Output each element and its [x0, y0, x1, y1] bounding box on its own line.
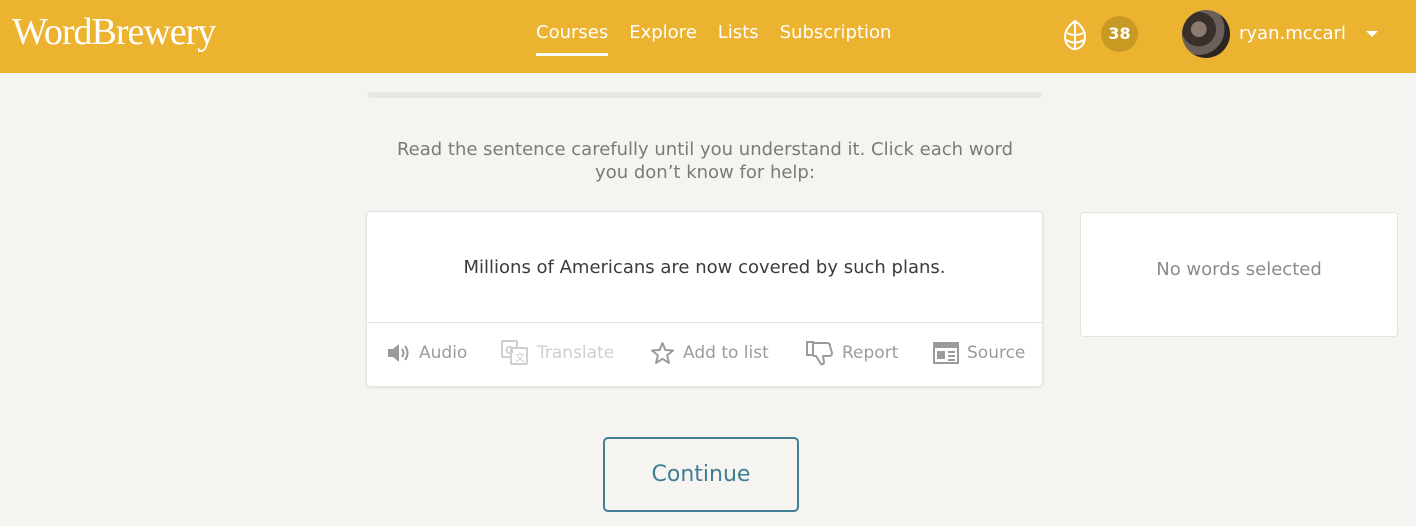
speaker-icon	[388, 344, 409, 362]
hops-count-badge[interactable]: 38	[1101, 16, 1138, 52]
translate-label: Translate	[537, 343, 615, 363]
svg-text:G: G	[505, 344, 514, 357]
add-to-list-label: Add to list	[683, 343, 769, 363]
lesson-progress-bar	[367, 92, 1042, 98]
chevron-down-icon[interactable]	[1366, 31, 1378, 37]
sentence-text[interactable]: Millions of Americans are now covered by…	[367, 256, 1042, 280]
avatar[interactable]	[1182, 10, 1230, 58]
translate-button[interactable]: G 文 Translate	[501, 339, 614, 367]
continue-button[interactable]: Continue	[603, 437, 799, 512]
sentence-actions: Audio G 文 Translate Add to list Report S…	[367, 339, 1042, 369]
audio-button[interactable]: Audio	[386, 339, 467, 367]
word-help-panel: No words selected	[1080, 212, 1398, 337]
card-divider	[367, 322, 1042, 323]
main-nav: Courses Explore Lists Subscription	[536, 21, 892, 56]
hop-icon[interactable]	[1060, 18, 1090, 52]
nav-subscription[interactable]: Subscription	[780, 21, 892, 54]
star-icon	[651, 342, 674, 364]
nav-courses[interactable]: Courses	[536, 21, 609, 56]
instruction-text: Read the sentence carefully until you un…	[396, 139, 1014, 183]
nav-explore[interactable]: Explore	[629, 21, 697, 54]
report-button[interactable]: Report	[806, 339, 898, 367]
no-words-selected-text: No words selected	[1156, 259, 1322, 280]
audio-label: Audio	[419, 343, 468, 363]
wordbrewery-logo[interactable]: WordBrewery	[12, 8, 216, 56]
thumbs-down-icon	[806, 341, 833, 366]
svg-text:文: 文	[515, 351, 525, 364]
newspaper-icon	[933, 342, 959, 364]
source-button[interactable]: Source	[933, 339, 1025, 367]
add-to-list-button[interactable]: Add to list	[650, 339, 769, 367]
source-label: Source	[967, 343, 1026, 363]
username[interactable]: ryan.mccarl	[1239, 22, 1346, 46]
report-label: Report	[842, 343, 899, 363]
sentence-card: Millions of Americans are now covered by…	[366, 211, 1043, 387]
nav-lists[interactable]: Lists	[718, 21, 759, 54]
top-bar: WordBrewery Courses Explore Lists Subscr…	[0, 0, 1416, 73]
translate-icon: G 文	[501, 340, 528, 365]
